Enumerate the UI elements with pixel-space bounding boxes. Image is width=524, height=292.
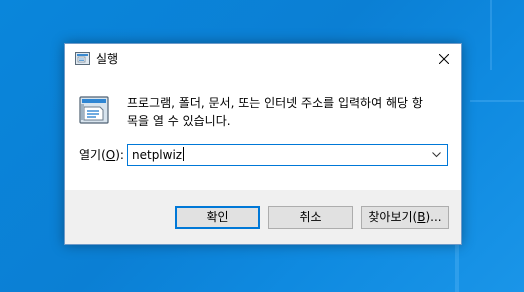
open-input[interactable]: netplwiz <box>132 147 185 163</box>
open-input-value: netplwiz <box>132 148 183 162</box>
run-icon <box>79 96 109 124</box>
browse-label-prefix: 찾아보기( <box>368 210 418 224</box>
open-label-suffix: ): <box>115 148 124 162</box>
open-label-accesskey: O <box>105 148 116 162</box>
run-dialog: 실행 프로그램, 폴더, 문서, 또는 인터넷 주소를 입력하여 해당 항 목을… <box>64 43 462 245</box>
browse-label-suffix: )... <box>425 210 442 224</box>
chevron-down-icon <box>432 152 441 158</box>
dialog-footer: 확인 취소 찾아보기(B)... <box>65 190 461 244</box>
browse-button[interactable]: 찾아보기(B)... <box>361 206 449 229</box>
wallpaper-light-streak <box>470 100 524 102</box>
window-title: 실행 <box>96 52 119 66</box>
ok-button[interactable]: 확인 <box>175 206 260 229</box>
run-icon <box>75 52 90 65</box>
open-label: 열기(O): <box>79 147 124 163</box>
open-combobox[interactable]: netplwiz <box>127 144 448 166</box>
close-icon <box>439 54 449 64</box>
open-label-prefix: 열기( <box>79 148 106 162</box>
wallpaper-light-streak <box>490 0 492 70</box>
wallpaper-light-streak <box>455 240 459 292</box>
dialog-content: 프로그램, 폴더, 문서, 또는 인터넷 주소를 입력하여 해당 항 목을 열 … <box>65 74 461 190</box>
title-bar: 실행 <box>65 44 461 74</box>
text-caret <box>183 147 185 161</box>
close-button[interactable] <box>427 44 461 74</box>
dialog-description: 프로그램, 폴더, 문서, 또는 인터넷 주소를 입력하여 해당 항 목을 열 … <box>127 96 423 128</box>
cancel-button[interactable]: 취소 <box>268 206 353 229</box>
open-dropdown-button[interactable] <box>427 145 447 165</box>
